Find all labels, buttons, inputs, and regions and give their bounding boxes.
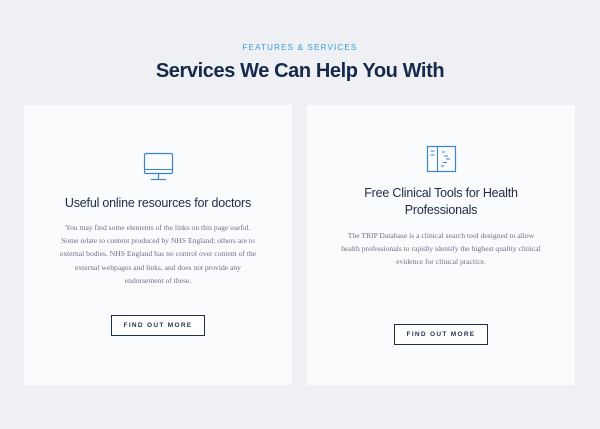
service-card-clinical-tools: Free Clinical Tools for Health Professio… (307, 105, 575, 385)
find-out-more-button[interactable]: FIND OUT MORE (394, 324, 488, 345)
monitor-icon (143, 152, 175, 188)
clinical-tools-icon (426, 145, 458, 178)
card-title: Useful online resources for doctors (64, 196, 252, 210)
card-description: The TRIP Database is a clinical search t… (341, 231, 541, 267)
section-eyebrow: FEATURES & SERVICES (242, 43, 358, 52)
find-out-more-button[interactable]: FIND OUT MORE (111, 315, 205, 336)
card-description: You may find some elements of the links … (59, 223, 257, 285)
card-title: Free Clinical Tools for Health Professio… (364, 186, 518, 217)
section-title: Services We Can Help You With (155, 60, 445, 82)
service-card-online-resources: Useful online resources for doctors You … (24, 105, 292, 385)
